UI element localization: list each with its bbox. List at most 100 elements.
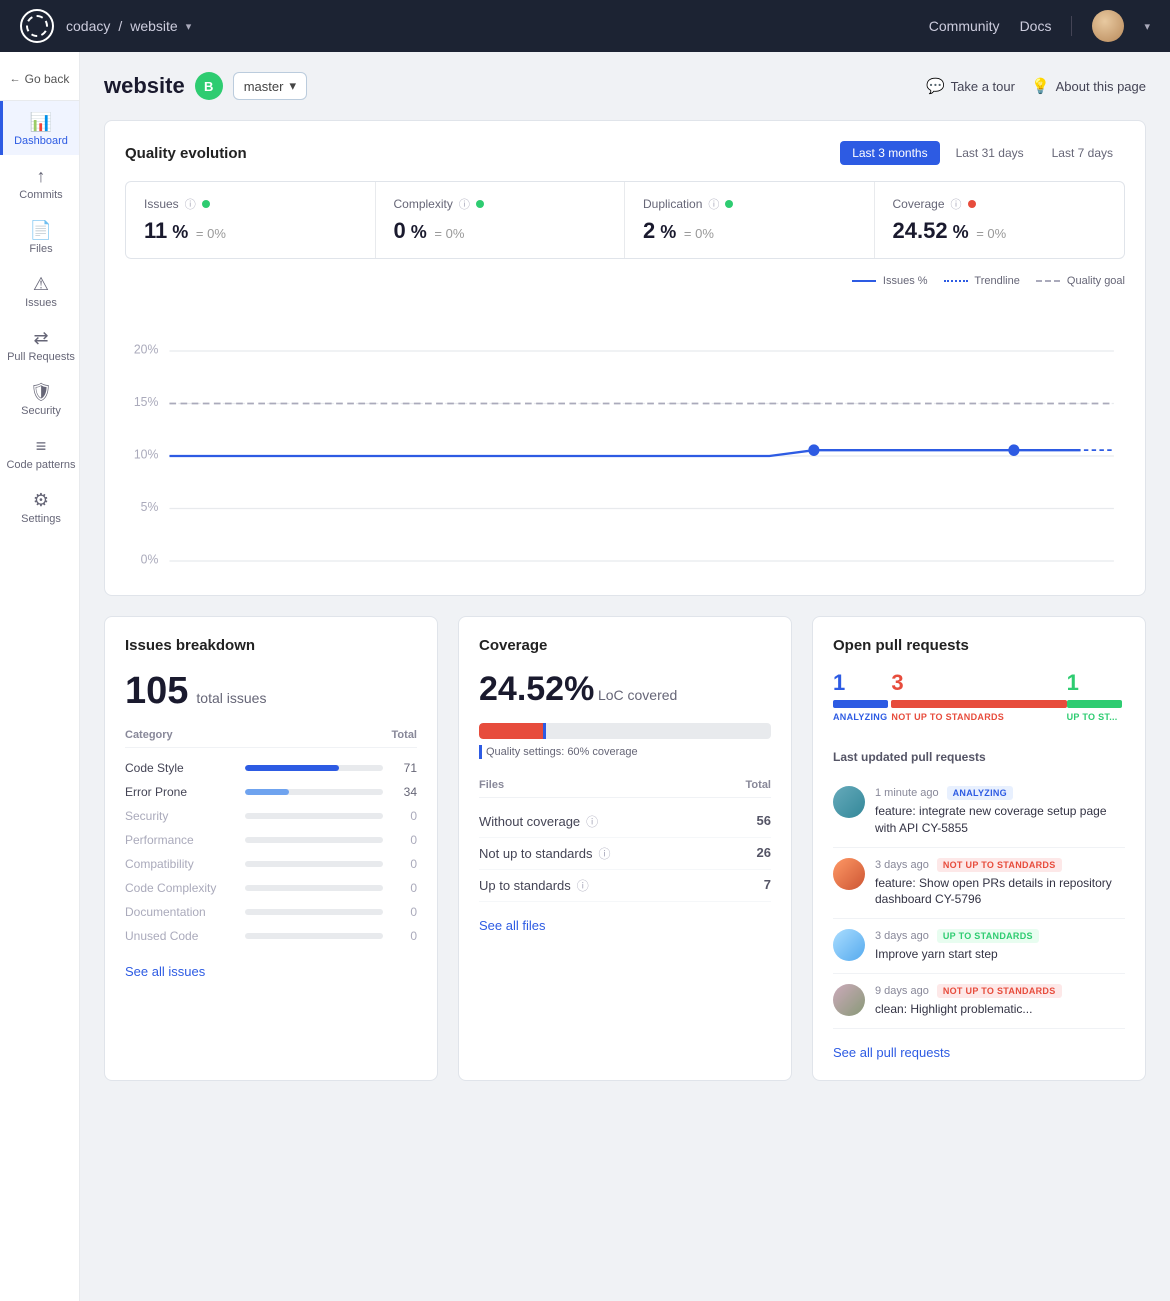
count-codestyle: 71 — [393, 761, 417, 775]
row-label-security: Security — [125, 809, 235, 823]
sidebar-item-pullrequests[interactable]: ⇄ Pull Requests — [0, 317, 79, 371]
svg-text:5%: 5% — [141, 500, 159, 514]
cov-label-without: Without coverage ⓘ — [479, 813, 598, 830]
info-icon-coverage[interactable]: ⓘ — [951, 196, 962, 212]
community-link[interactable]: Community — [929, 18, 1000, 34]
pr-status-row: 1 ANALYZING 3 NOT UP TO STANDARDS 1 UP T… — [833, 670, 1125, 722]
branch-selector[interactable]: master ▾ — [233, 72, 307, 100]
pr-avatar-1 — [833, 786, 865, 818]
grade-badge: B — [195, 72, 223, 100]
pr-item-1[interactable]: 1 minute ago ANALYZING feature: integrat… — [833, 776, 1125, 848]
pr-badge-4: NOT UP TO STANDARDS — [937, 984, 1062, 998]
sidebar-back-button[interactable]: ← Go back — [0, 62, 79, 101]
coverage-hint: Quality settings: 60% coverage — [479, 745, 771, 759]
about-page-link[interactable]: 💡 About this page — [1031, 77, 1146, 95]
pr-status-up-standards: 1 UP TO ST... — [1067, 670, 1125, 722]
pr-title-1: feature: integrate new coverage setup pa… — [875, 803, 1125, 837]
nav-repo[interactable]: website — [130, 18, 177, 34]
issues-total-row: 105 total issues — [125, 670, 417, 713]
svg-text:10%: 10% — [134, 447, 158, 461]
sidebar-item-settings[interactable]: ⚙ Settings — [0, 479, 79, 533]
page-layout: ← Go back 📊 Dashboard ↑ Commits 📄 Files … — [0, 52, 1170, 1301]
pr-count-analyzing: 1 — [833, 670, 891, 696]
metrics-row: Issues ⓘ 11 % = 0% Complexity ⓘ — [125, 181, 1125, 259]
take-tour-link[interactable]: 💬 Take a tour — [926, 77, 1015, 95]
pr-time-2: 3 days ago — [875, 859, 929, 871]
pr-item-2[interactable]: 3 days ago NOT UP TO STANDARDS feature: … — [833, 848, 1125, 920]
info-icon-issues[interactable]: ⓘ — [185, 196, 196, 212]
branch-dropdown-icon: ▾ — [289, 78, 296, 94]
pr-item-3[interactable]: 3 days ago UP TO STANDARDS Improve yarn … — [833, 919, 1125, 974]
sidebar-label-dashboard: Dashboard — [14, 135, 68, 147]
pr-meta-4: 9 days ago NOT UP TO STANDARDS — [875, 984, 1125, 998]
metric-duplication-label: Duplication ⓘ — [643, 196, 856, 212]
see-all-pullrequests[interactable]: See all pull requests — [833, 1045, 1125, 1060]
pr-title-4: clean: Highlight problematic... — [875, 1001, 1125, 1018]
page-title-row: website B master ▾ — [104, 72, 307, 100]
metric-issues: Issues ⓘ 11 % = 0% — [126, 182, 376, 258]
take-tour-label: Take a tour — [951, 79, 1015, 94]
row-label-performance: Performance — [125, 833, 235, 847]
issues-row-unusedcode: Unused Code 0 — [125, 924, 417, 948]
see-all-issues[interactable]: See all issues — [125, 964, 417, 979]
settings-icon: ⚙ — [33, 491, 49, 509]
nav-dropdown-icon[interactable]: ▾ — [186, 20, 192, 33]
issues-row-performance: Performance 0 — [125, 828, 417, 852]
sidebar-item-security[interactable]: 🛡 Security — [0, 371, 79, 425]
user-avatar[interactable] — [1092, 10, 1124, 42]
pull-requests-title: Open pull requests — [833, 637, 1125, 654]
time-filters: Last 3 months Last 31 days Last 7 days — [840, 141, 1125, 165]
info-icon-complexity[interactable]: ⓘ — [459, 196, 470, 212]
main-content: website B master ▾ 💬 Take a tour 💡 About… — [80, 52, 1170, 1301]
issues-row-compatibility: Compatibility 0 — [125, 852, 417, 876]
issues-row-codestyle: Code Style 71 — [125, 756, 417, 780]
see-all-files[interactable]: See all files — [479, 918, 771, 933]
pr-bar-up-standards — [1067, 700, 1122, 708]
pr-avatar-3 — [833, 929, 865, 961]
sidebar-item-dashboard[interactable]: 📊 Dashboard — [0, 101, 79, 155]
sidebar-label-security: Security — [21, 405, 61, 417]
pr-title-3: Improve yarn start step — [875, 946, 1125, 963]
legend-issues-pct: Issues % — [852, 275, 928, 287]
docs-link[interactable]: Docs — [1020, 18, 1052, 34]
pr-item-4[interactable]: 9 days ago NOT UP TO STANDARDS clean: Hi… — [833, 974, 1125, 1029]
cov-label-upstandards: Up to standards ⓘ — [479, 877, 589, 894]
sidebar-item-codepatterns[interactable]: ≡ Code patterns — [0, 425, 79, 479]
nav-divider — [1071, 16, 1072, 36]
bar-fill-codestyle — [245, 765, 339, 771]
issues-row-documentation: Documentation 0 — [125, 900, 417, 924]
info-icon-without[interactable]: ⓘ — [586, 813, 598, 830]
page-actions: 💬 Take a tour 💡 About this page — [926, 77, 1146, 95]
filter-7days[interactable]: Last 7 days — [1040, 141, 1125, 165]
count-performance: 0 — [393, 833, 417, 847]
filter-31days[interactable]: Last 31 days — [944, 141, 1036, 165]
codepatterns-icon: ≡ — [36, 437, 47, 455]
info-icon-upstandards[interactable]: ⓘ — [577, 877, 589, 894]
coverage-files-table: Files Total Without coverage ⓘ 56 Not up… — [479, 779, 771, 902]
chart-svg: 0% 5% 10% 15% 20% — [125, 295, 1125, 575]
info-icon-duplication[interactable]: ⓘ — [708, 196, 719, 212]
info-icon-notstandards[interactable]: ⓘ — [598, 845, 610, 862]
count-errorprone: 34 — [393, 785, 417, 799]
sidebar-item-files[interactable]: 📄 Files — [0, 209, 79, 263]
avatar-dropdown-icon[interactable]: ▾ — [1144, 20, 1150, 33]
coverage-sub: LoC covered — [598, 687, 677, 703]
about-page-label: About this page — [1056, 79, 1146, 94]
logo[interactable] — [20, 9, 54, 43]
row-label-codestyle: Code Style — [125, 761, 235, 775]
nav-brand[interactable]: codacy — [66, 18, 110, 34]
svg-text:20%: 20% — [134, 342, 158, 356]
legend-quality-goal: Quality goal — [1036, 275, 1125, 287]
pr-status-analyzing: 1 ANALYZING — [833, 670, 891, 722]
issues-row-codecomplexity: Code Complexity 0 — [125, 876, 417, 900]
filter-3months[interactable]: Last 3 months — [840, 141, 939, 165]
pr-meta-1: 1 minute ago ANALYZING — [875, 786, 1125, 800]
count-unusedcode: 0 — [393, 929, 417, 943]
bar-performance — [245, 837, 383, 843]
page-header: website B master ▾ 💬 Take a tour 💡 About… — [104, 72, 1146, 100]
sidebar-item-commits[interactable]: ↑ Commits — [0, 155, 79, 209]
pr-label-up-standards: UP TO ST... — [1067, 712, 1125, 722]
sidebar-item-issues[interactable]: ⚠ Issues — [0, 263, 79, 317]
coverage-title: Coverage — [479, 637, 771, 654]
coverage-value: 24.52% — [479, 670, 594, 708]
